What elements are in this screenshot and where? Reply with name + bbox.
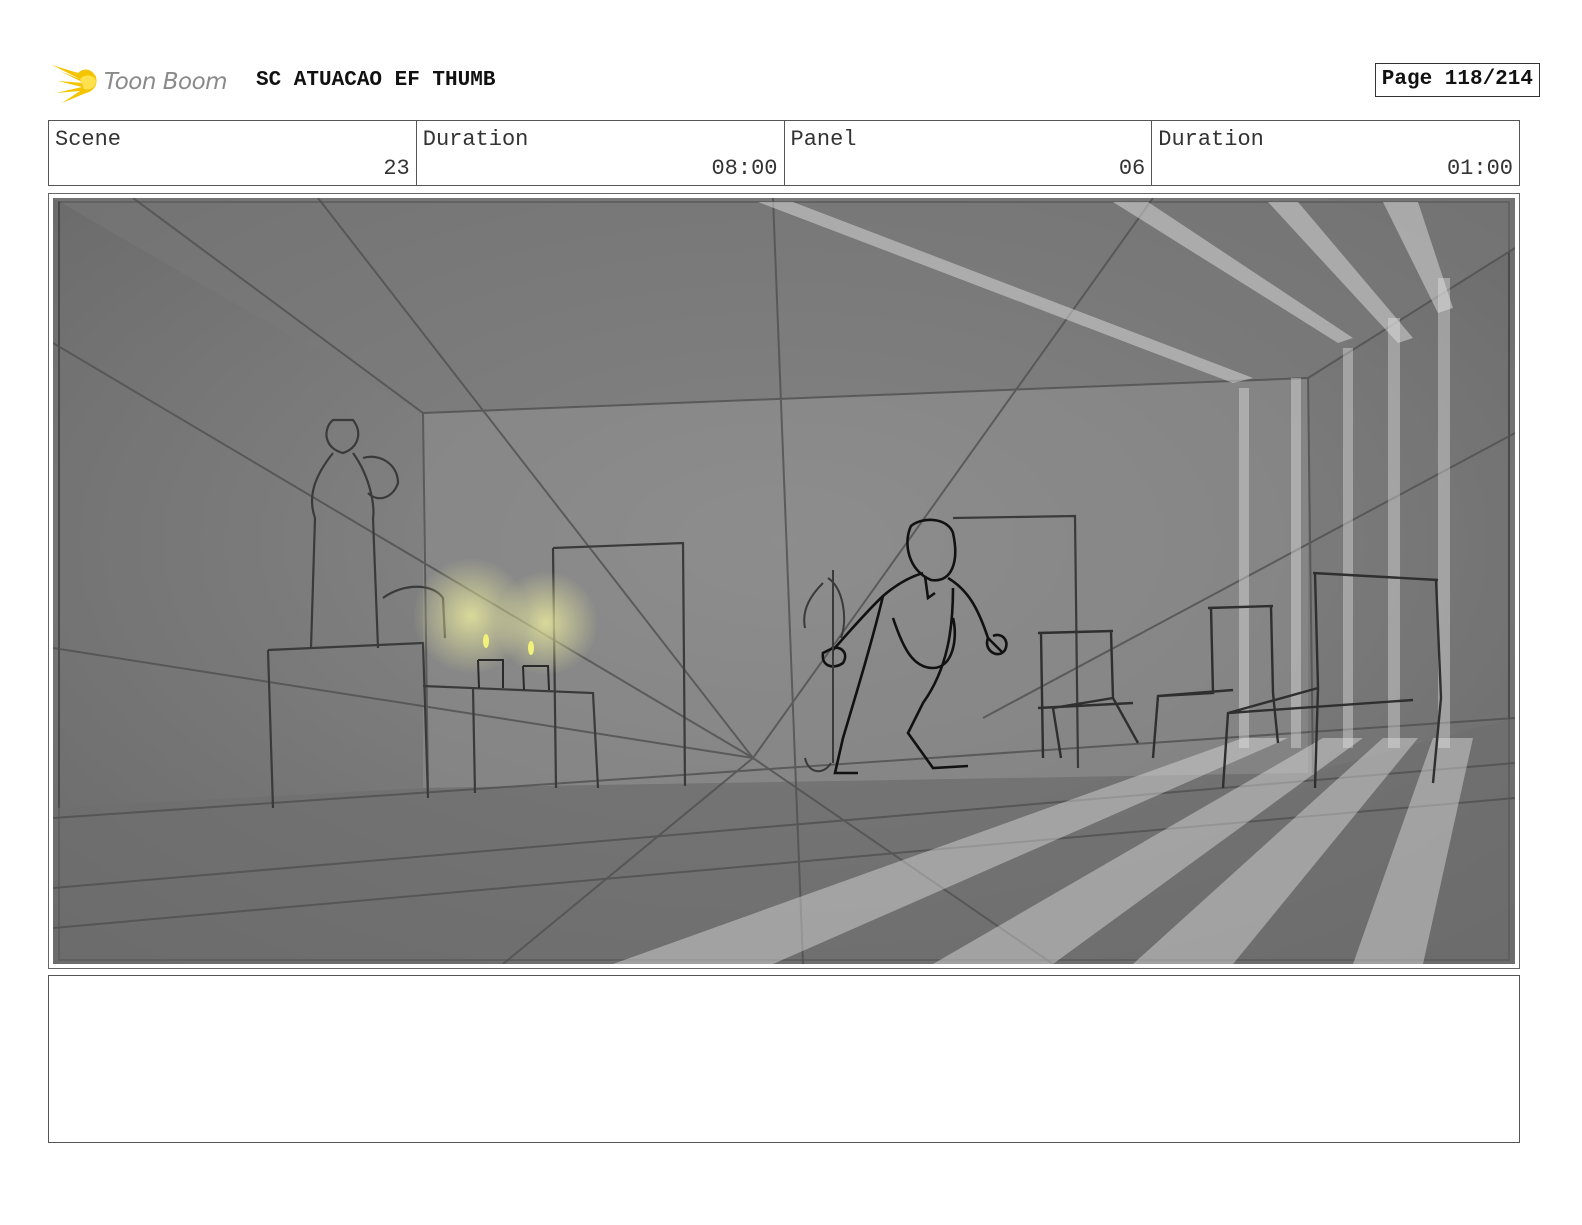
- panel-info-table: Scene 23 Duration 08:00 Panel 06 Duratio…: [48, 120, 1520, 186]
- panel-label: Panel: [790, 127, 857, 152]
- page-counter: Page 118/214: [1374, 63, 1540, 97]
- scene-duration-label: Duration: [422, 127, 529, 152]
- project-title: SC ATUACAO EF THUMB: [256, 69, 496, 92]
- scene-value: 23: [383, 156, 410, 181]
- brand-name: Toon Boom: [104, 69, 228, 95]
- panel-notes: [48, 975, 1520, 1143]
- panel-duration-cell: Duration 01:00: [1152, 121, 1519, 185]
- storyboard-panel: [48, 193, 1520, 969]
- scene-cell: Scene 23: [49, 121, 417, 185]
- panel-cell: Panel 06: [785, 121, 1153, 185]
- scene-duration-value: 08:00: [711, 156, 778, 181]
- panel-duration-label: Duration: [1158, 127, 1264, 152]
- panel-value: 06: [1118, 156, 1146, 181]
- storyboard-header: Toon Boom SC ATUACAO EF THUMB Page 118/2…: [50, 55, 1540, 111]
- toon-boom-logo: Toon Boom: [50, 59, 240, 107]
- scene-duration-cell: Duration 08:00: [417, 121, 785, 185]
- scene-label: Scene: [55, 127, 122, 152]
- flame-icon: [52, 65, 97, 103]
- panel-sketch-image: [53, 198, 1515, 964]
- panel-duration-value: 01:00: [1446, 156, 1513, 181]
